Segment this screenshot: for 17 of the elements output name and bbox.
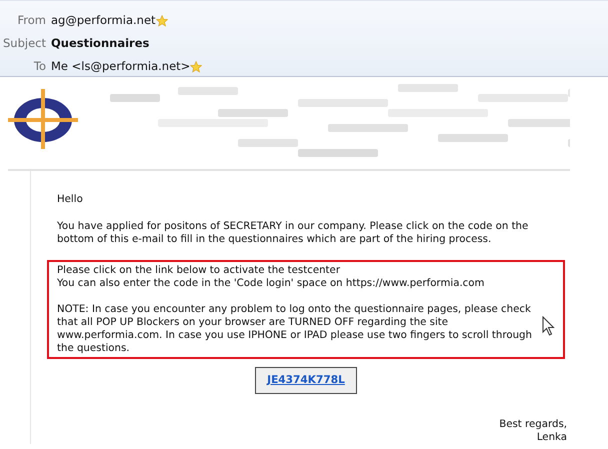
field-value: Me <ls@performia.net> bbox=[51, 58, 190, 75]
field-value: ag@performia.net bbox=[51, 12, 156, 29]
notice-line: Please click on the link below to activate the testcenter bbox=[57, 264, 342, 277]
star-icon[interactable] bbox=[156, 14, 168, 26]
note-paragraph: NOTE: In case you encounter any problem to log onto the questionnaire pages, please check that all POP UP Blockers on your browser are TURNED OFF regarding the site www.performia.com. In case you use IPHONE or IPAD please use two fingers to scroll through the questions. bbox=[57, 303, 533, 355]
field-label: Subject bbox=[2, 35, 46, 52]
field-label: From bbox=[16, 12, 46, 29]
field-label: To bbox=[32, 58, 46, 75]
code-link[interactable]: JE4374K778L bbox=[255, 367, 357, 394]
star-icon[interactable] bbox=[190, 60, 202, 72]
signoff-line: Lenka bbox=[536, 431, 567, 444]
intro-paragraph: You have applied for positons of SECRETARY in our company. Please click on the code on the bottom of this e-mail to fill in the questionnaires which are part of the hiring process. bbox=[57, 220, 530, 246]
notice-line: You can also enter the code in the 'Code login' space on https://www.performia.com bbox=[57, 277, 486, 290]
greeting: Hello bbox=[57, 193, 84, 206]
field-value: Questionnaires bbox=[51, 35, 150, 52]
cursor-icon bbox=[542, 316, 556, 336]
signoff-line: Best regards, bbox=[499, 418, 567, 431]
